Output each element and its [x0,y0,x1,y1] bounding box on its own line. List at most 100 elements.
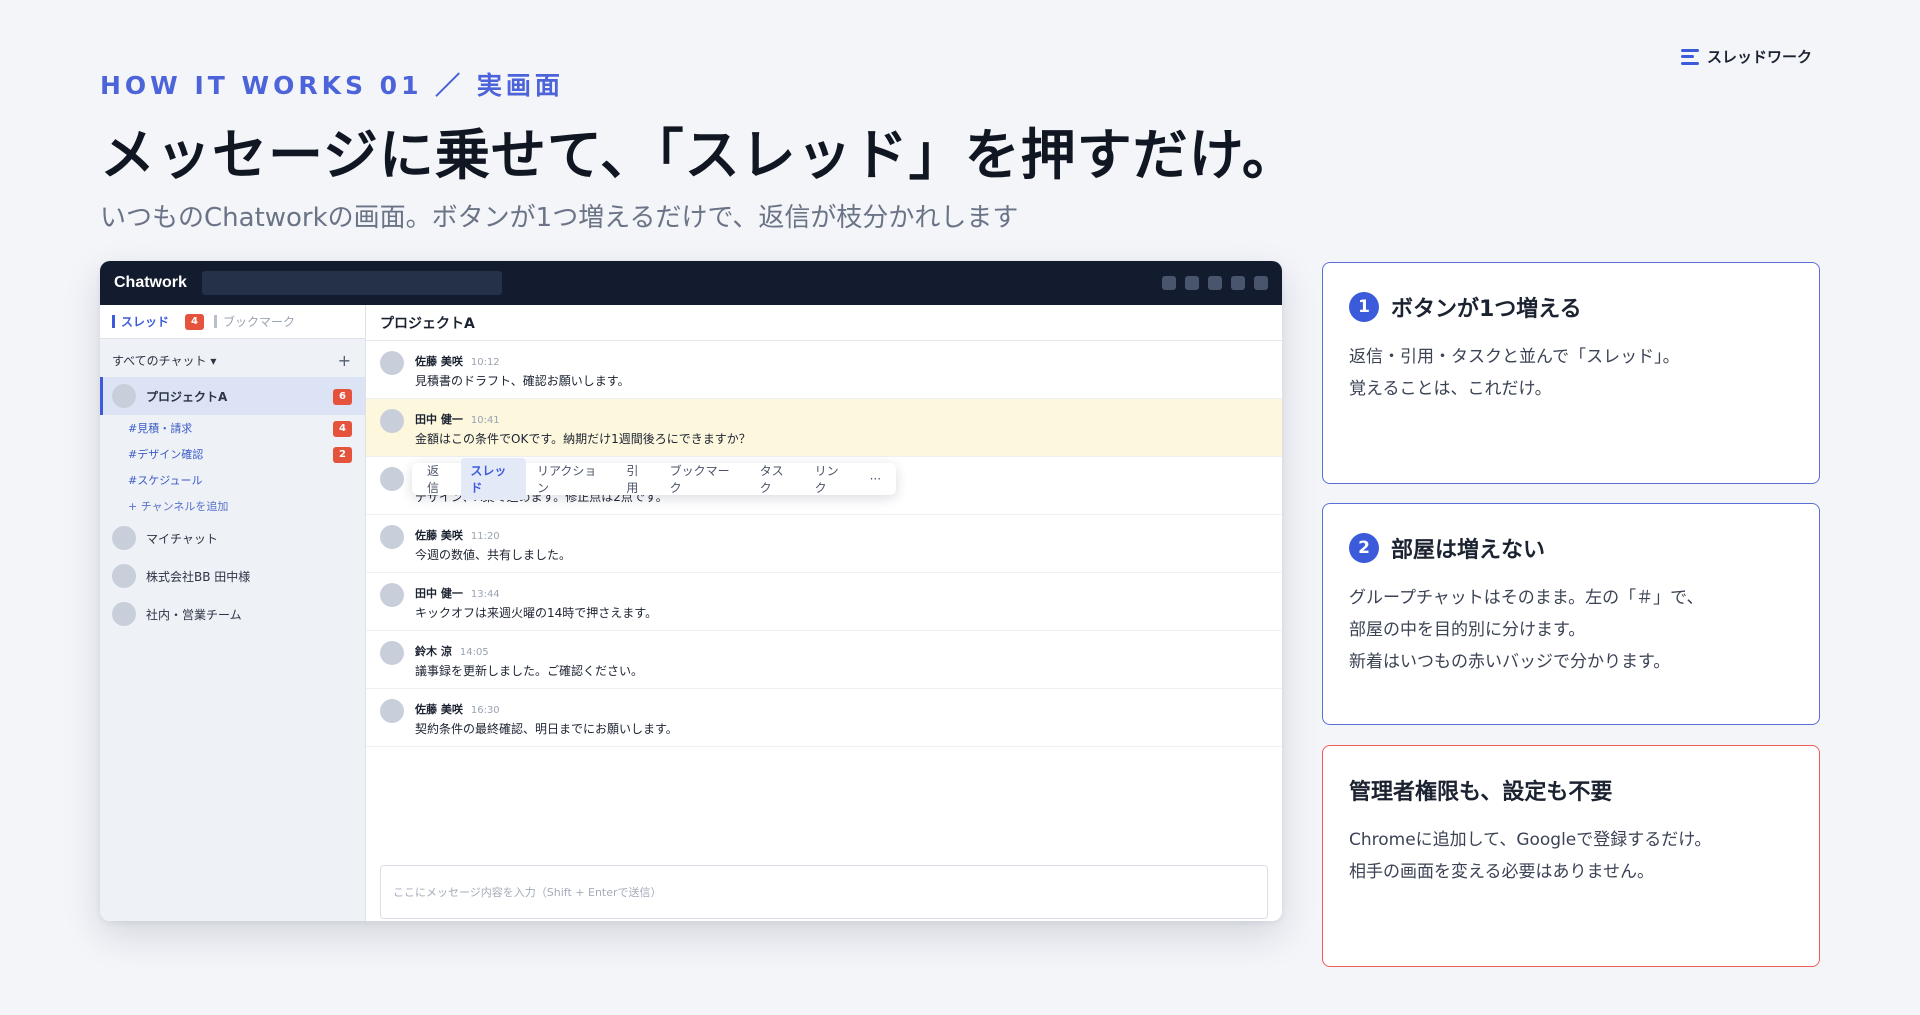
unread-badge: 6 [333,389,352,405]
brand-name: スレッドワーク [1706,48,1812,66]
add-channel-label: + チャンネルを追加 [128,500,229,513]
reaction-button[interactable]: リアクション [528,458,615,500]
channel-item[interactable]: #スケジュール [100,467,365,493]
page-title: メッセージに乗せて、「スレッド」を押すだけ。 [100,123,1298,187]
message-text: キックオフは来週火曜の14時で押さえます。 [415,606,658,620]
unread-badge: 4 [185,313,204,330]
tab-bookmark[interactable]: ブックマーク [213,313,295,330]
unread-badge: 4 [333,421,352,437]
chat-filter[interactable]: すべてのチャット ▾ + [100,343,365,377]
plus-icon[interactable]: + [338,351,351,370]
window-button[interactable] [1254,276,1268,290]
room-name: プロジェクトA [146,389,228,404]
message-text: 契約条件の最終確認、明日までにお願いします。 [415,722,678,736]
message-author: 佐藤 美咲 [415,703,463,716]
tab-thread[interactable]: スレッド 4 [112,313,204,330]
add-channel-button[interactable]: + チャンネルを追加 [100,493,365,519]
chat-pane: プロジェクトA 佐藤 美咲 10:12 見積書のドラフト、確認お願いします。 田中… [366,305,1282,921]
stacked-lines-icon [1680,48,1699,65]
room-item[interactable]: プロジェクトA 6 [100,377,365,415]
window-button[interactable] [1162,276,1176,290]
sidebar: スレッド 4 ブックマーク すべてのチャット ▾ + プロジェクトA 6 #見積… [100,305,366,921]
avatar [380,351,404,375]
card-title: 管理者権限も、設定も不要 [1349,780,1613,805]
avatar [112,526,136,550]
message-author: 佐藤 美咲 [415,529,463,542]
message-time: 11:20 [470,531,500,542]
titlebar: Chatwork [100,261,1282,305]
avatar [380,467,404,491]
card-text: Chromeに追加して、Googleで登録するだけ。 [1349,830,1712,850]
window-button[interactable] [1208,276,1222,290]
message-input[interactable] [381,866,1267,918]
channel-item[interactable]: #デザイン確認 2 [100,441,365,467]
card-text: 新着はいつもの赤いバッジで分かります。 [1349,652,1671,672]
quote-button[interactable]: 引用 [617,458,658,500]
avatar [112,564,136,588]
chatwork-window: Chatwork スレッド 4 ブックマーク すべてのチャット ▾ + プロジェ… [100,261,1282,921]
avatar [112,602,136,626]
window-button[interactable] [1185,276,1199,290]
avatar [380,525,404,549]
channel-name: #スケジュール [128,474,203,487]
message-text: 今週の数値、共有しました。 [415,548,572,562]
bookmark-button[interactable]: ブックマーク [661,458,749,500]
room-item[interactable]: 社内・営業チーム [100,595,365,633]
card-text: 返信・引用・タスクと並んで「スレッド」。 [1349,347,1680,367]
more-icon[interactable]: ··· [861,468,890,490]
tab-label: ブックマーク [222,315,295,329]
message-author: 田中 健一 [415,587,463,600]
message-time: 13:44 [470,589,500,600]
page-subtitle: いつものChatworkの画面。ボタンが1つ増えるだけで、返信が枝分かれします [100,203,1019,233]
card-text: 部屋の中を目的別に分けます。 [1349,620,1586,640]
thread-button[interactable]: スレッド [461,458,526,500]
window-button[interactable] [1231,276,1245,290]
window-controls [1162,276,1268,290]
room-item[interactable]: マイチャット [100,519,365,557]
message-time: 10:12 [470,357,500,368]
reply-button[interactable]: 返信 [418,458,459,500]
avatar [380,583,404,607]
brand-logo: スレッドワーク [1680,46,1812,67]
feature-card-1: 1 ボタンが1つ増える 返信・引用・タスクと並んで「スレッド」。 覚えることは、… [1322,262,1820,484]
message-time: 10:41 [470,415,500,426]
message-time: 14:05 [459,647,489,658]
avatar [380,699,404,723]
card-text: 覚えることは、これだけ。 [1349,379,1552,399]
message-composer [380,865,1268,919]
message-row[interactable]: 佐藤 美咲 10:12 見積書のドラフト、確認お願いします。 [366,341,1282,399]
card-title: ボタンが1つ増える [1391,297,1582,322]
message-row[interactable]: 佐藤 美咲 16:30 契約条件の最終確認、明日までにお願いします。 [366,689,1282,747]
feature-card-2: 2 部屋は増えない グループチャットはそのまま。左の「＃」で、 部屋の中を目的別… [1322,503,1820,725]
task-button[interactable]: タスク [751,458,804,500]
room-name: 社内・営業チーム [146,607,242,622]
room-item[interactable]: 株式会社BB 田中様 [100,557,365,595]
message-text: 議事録を更新しました。ご確認ください。 [415,664,644,678]
message-author: 鈴木 涼 [415,645,452,658]
message-author: 佐藤 美咲 [415,355,463,368]
avatar [380,641,404,665]
message-row-hovered[interactable]: 田中 健一 10:41 金額はこの条件でOKです。納期だけ1週間後ろにできますか？ [366,399,1282,457]
step-number-badge: 1 [1349,292,1379,322]
avatar [380,409,404,433]
channel-item[interactable]: #見積・請求 4 [100,415,365,441]
message-time: 16:30 [470,705,500,716]
search-bar[interactable] [202,271,502,295]
card-text: グループチャットはそのまま。左の「＃」で、 [1349,588,1704,608]
sidebar-tabs: スレッド 4 ブックマーク [100,305,365,339]
card-text: 相手の画面を変える必要はありません。 [1349,862,1654,882]
avatar [112,384,136,408]
chat-filter-label: すべてのチャット ▾ [112,353,217,368]
room-name: マイチャット [146,531,218,546]
feature-card-no-setup: 管理者権限も、設定も不要 Chromeに追加して、Googleで登録するだけ。 … [1322,745,1820,967]
room-name: 株式会社BB 田中様 [146,569,251,584]
message-row[interactable]: 鈴木 涼 14:05 議事録を更新しました。ご確認ください。 [366,631,1282,689]
room-title: プロジェクトA [366,305,1282,341]
message-row[interactable]: 田中 健一 13:44 キックオフは来週火曜の14時で押さえます。 [366,573,1282,631]
link-button[interactable]: リンク [806,458,859,500]
eyebrow: HOW IT WORKS 01 ／ 実画面 [100,71,564,100]
step-number-badge: 2 [1349,533,1379,563]
message-row[interactable]: 佐藤 美咲 11:20 今週の数値、共有しました。 [366,515,1282,573]
card-title: 部屋は増えない [1391,538,1546,563]
tab-label: スレッド [121,315,170,329]
